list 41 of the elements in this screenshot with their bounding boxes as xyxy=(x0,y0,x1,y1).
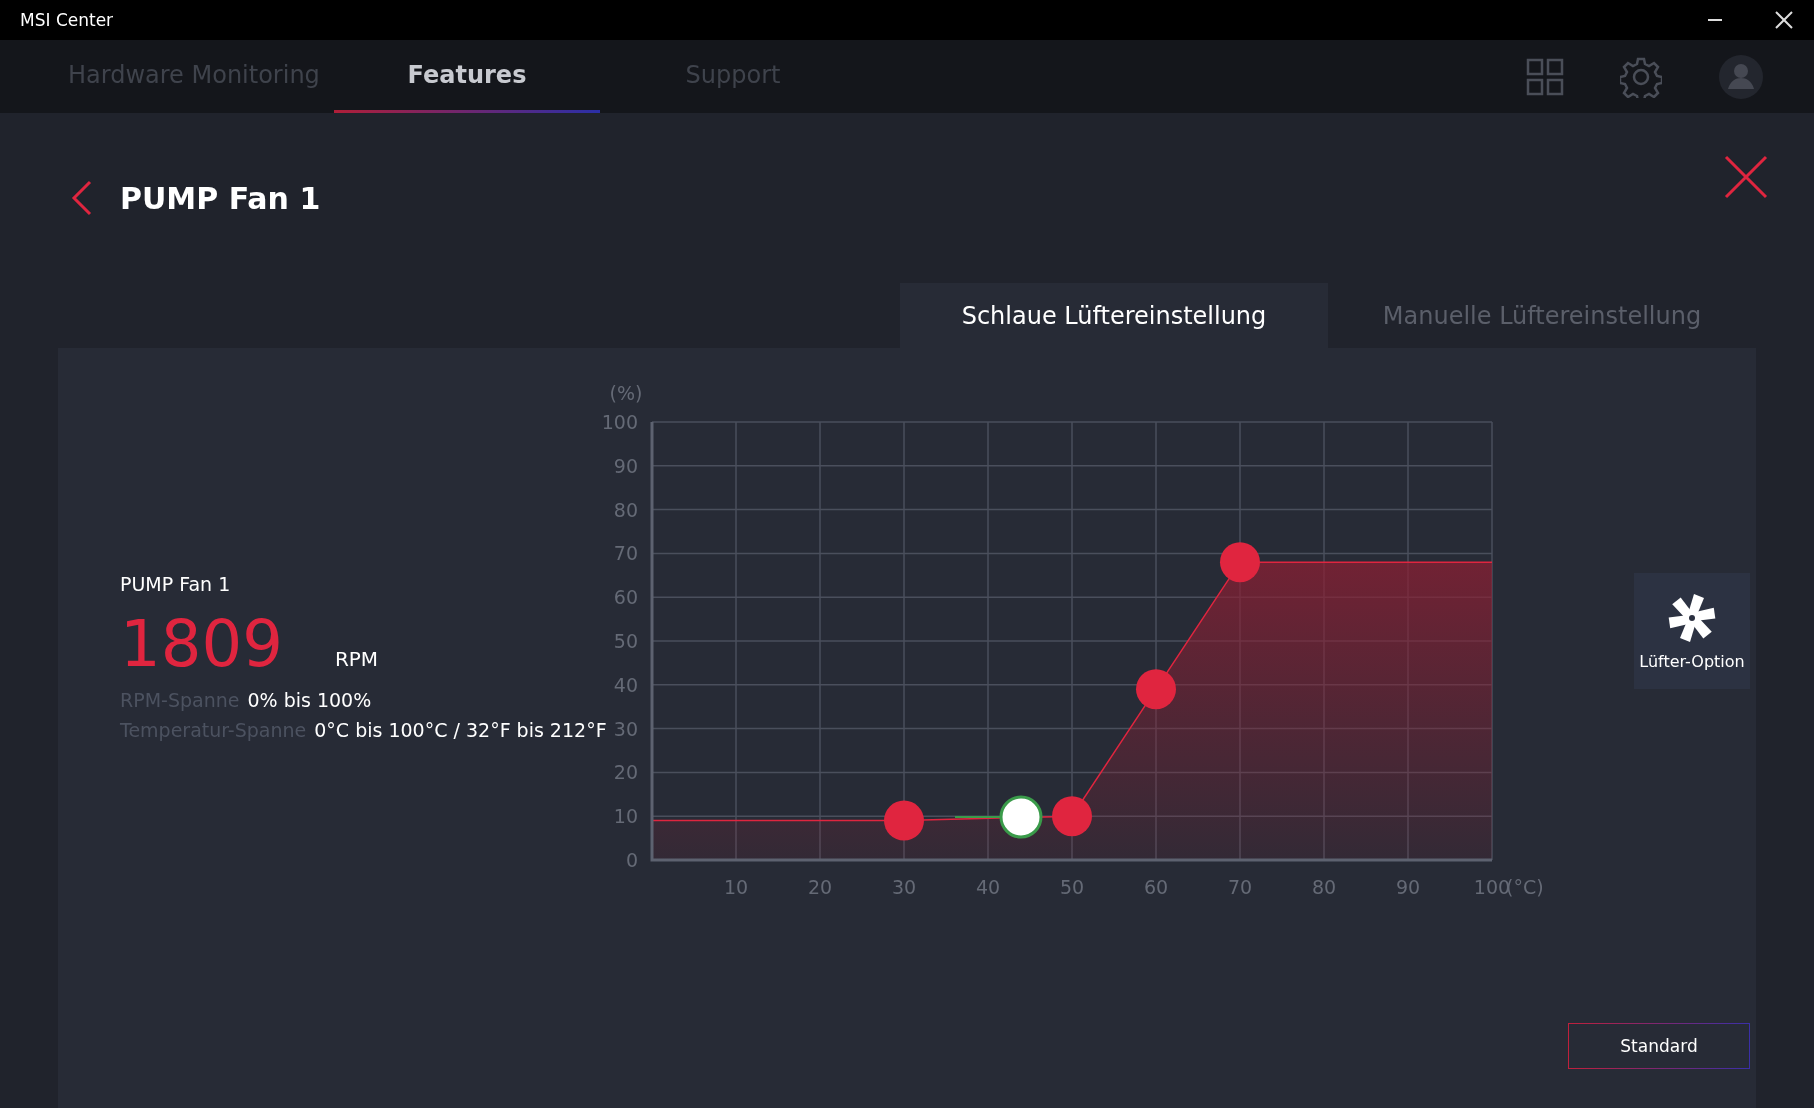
y-tick-label: 80 xyxy=(613,498,638,521)
x-tick-label: 90 xyxy=(1395,876,1421,898)
grid-icon[interactable] xyxy=(1526,57,1564,96)
back-icon[interactable] xyxy=(70,180,94,216)
settings-icon[interactable] xyxy=(1620,55,1662,98)
mode-tab[interactable]: Schlaue Lüftereinstellung xyxy=(900,283,1328,348)
x-tick-label: 40 xyxy=(975,876,1001,898)
y-tick-label: 70 xyxy=(613,542,638,565)
window-title: MSI Center xyxy=(20,10,114,30)
range-value: 0% bis 100% xyxy=(247,689,372,711)
y-tick-label: 30 xyxy=(613,717,638,740)
x-tick-label: 50 xyxy=(1059,876,1085,898)
y-tick-label: 90 xyxy=(613,454,638,477)
curve-point-handle[interactable] xyxy=(884,800,924,841)
x-tick-label: 70 xyxy=(1227,876,1253,898)
page-title: PUMP Fan 1 xyxy=(120,180,321,216)
user-avatar-icon[interactable] xyxy=(1718,53,1764,100)
y-tick-label: 50 xyxy=(613,630,638,652)
y-tick-label: 40 xyxy=(613,673,638,696)
x-tick-label: 30 xyxy=(891,876,917,898)
y-tick-label: 10 xyxy=(613,805,638,828)
range-value: 0°C bis 100°C / 32°F bis 212°F xyxy=(314,719,607,741)
curve-point-handle[interactable] xyxy=(1220,542,1260,583)
y-tick-label: 0 xyxy=(625,849,638,871)
nav-tab[interactable]: Features xyxy=(334,40,600,113)
x-tick-label: 60 xyxy=(1143,876,1169,898)
y-axis-label: (%) xyxy=(609,382,643,404)
fan-speed: 1809 xyxy=(120,607,283,681)
standard-button[interactable]: Standard xyxy=(1568,1023,1750,1069)
fan-icon xyxy=(1666,591,1718,644)
curve-point-handle[interactable] xyxy=(1052,796,1092,837)
y-tick-label: 100 xyxy=(601,411,638,433)
curve-point-handle[interactable] xyxy=(1136,669,1176,710)
fan-option-button[interactable]: Lüfter-Option xyxy=(1634,573,1750,689)
fan-name: PUMP Fan 1 xyxy=(120,573,232,595)
x-tick-label: 20 xyxy=(807,876,833,898)
y-tick-label: 60 xyxy=(613,586,638,609)
y-tick-label: 20 xyxy=(613,761,638,784)
speed-unit: RPM xyxy=(334,647,379,671)
x-tick-label: 80 xyxy=(1311,876,1337,898)
x-tick-label: 10 xyxy=(723,876,749,898)
